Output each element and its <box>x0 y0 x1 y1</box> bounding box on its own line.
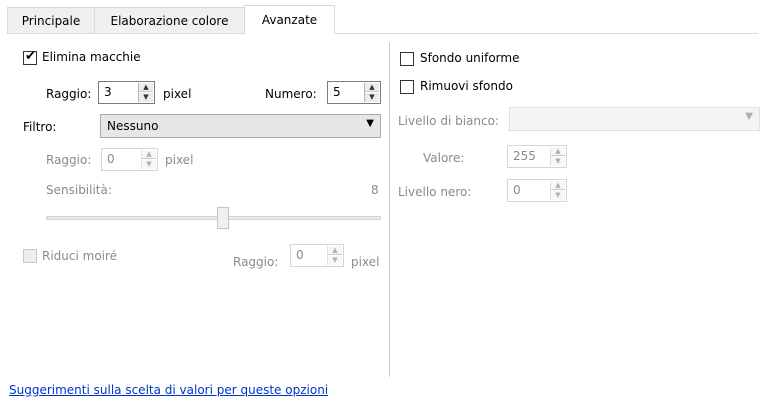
moire-raggio-value: 0 <box>296 248 304 262</box>
help-link[interactable]: Suggerimenti sulla scelta di valori per … <box>9 383 328 397</box>
spin-down-icon[interactable]: ▼ <box>139 93 153 102</box>
moire-raggio-label: Raggio: <box>233 255 279 269</box>
tab-label: Avanzate <box>261 13 318 27</box>
column-divider <box>389 42 390 377</box>
checkmark-icon: ✔ <box>25 49 36 64</box>
spin-up-icon[interactable]: ▲ <box>139 83 153 92</box>
valore-stepper[interactable]: 255 ▲ ▼ <box>507 145 567 168</box>
numero-value: 5 <box>333 85 341 99</box>
tab-elaborazione-colore[interactable]: Elaborazione colore <box>94 7 245 33</box>
tab-label: Principale <box>21 13 81 28</box>
spin-up-icon[interactable]: ▲ <box>365 83 379 92</box>
numero-stepper[interactable]: 5 ▲ ▼ <box>327 81 381 104</box>
riduci-moire-label: Riduci moiré <box>42 249 118 263</box>
sensibilita-value: 8 <box>371 183 379 197</box>
sfondo-uniforme-checkbox[interactable] <box>400 52 414 66</box>
raggio-unit: pixel <box>163 87 192 101</box>
spin-up-icon[interactable]: ▲ <box>551 181 565 190</box>
livello-nero-spin-buttons: ▲ ▼ <box>550 181 565 200</box>
filtro-select[interactable]: Nessuno ▼ <box>100 114 381 138</box>
raggio-spin-buttons: ▲ ▼ <box>138 83 153 102</box>
spin-up-icon[interactable]: ▲ <box>142 150 156 159</box>
filtro-value: Nessuno <box>107 119 159 133</box>
livello-nero-label: Livello nero: <box>398 185 472 199</box>
filtro-raggio-label: Raggio: <box>46 153 92 167</box>
filtro-raggio-unit: pixel <box>165 153 194 167</box>
rimuovi-sfondo-label: Rimuovi sfondo <box>420 79 513 93</box>
dropdown-arrow-icon: ▼ <box>366 118 374 129</box>
spin-down-icon[interactable]: ▼ <box>328 256 342 265</box>
sensibilita-slider-thumb[interactable] <box>217 207 229 229</box>
spin-up-icon[interactable]: ▲ <box>551 147 565 156</box>
raggio-stepper[interactable]: 3 ▲ ▼ <box>98 81 155 104</box>
dropdown-arrow-icon: ▼ <box>745 111 753 122</box>
moire-raggio-unit: pixel <box>351 255 380 269</box>
moire-raggio-stepper[interactable]: 0 ▲ ▼ <box>290 244 344 267</box>
livello-nero-stepper[interactable]: 0 ▲ ▼ <box>507 179 567 202</box>
livello-bianco-select[interactable]: ▼ <box>509 107 760 131</box>
tab-strip-border <box>7 33 758 34</box>
filtro-label: Filtro: <box>23 120 57 134</box>
riduci-moire-checkbox[interactable] <box>23 249 37 263</box>
filtro-raggio-value: 0 <box>107 152 115 166</box>
valore-label: Valore: <box>423 151 465 165</box>
rimuovi-sfondo-checkbox[interactable] <box>400 80 414 94</box>
filtro-raggio-stepper[interactable]: 0 ▲ ▼ <box>101 148 158 171</box>
sensibilita-slider-track[interactable] <box>46 216 381 220</box>
tab-avanzate[interactable]: Avanzate <box>244 5 335 34</box>
sensibilita-label: Sensibilità: <box>46 183 112 197</box>
spin-up-icon[interactable]: ▲ <box>328 246 342 255</box>
spin-down-icon[interactable]: ▼ <box>365 93 379 102</box>
filtro-raggio-spin-buttons: ▲ ▼ <box>141 150 156 169</box>
sfondo-uniforme-label: Sfondo uniforme <box>420 51 520 65</box>
livello-nero-value: 0 <box>513 183 521 197</box>
spin-down-icon[interactable]: ▼ <box>551 157 565 166</box>
spin-down-icon[interactable]: ▼ <box>551 191 565 200</box>
raggio-label: Raggio: <box>46 87 92 101</box>
livello-bianco-label: Livello di bianco: <box>398 114 499 128</box>
elimina-macchie-label: Elimina macchie <box>42 50 141 64</box>
moire-raggio-spin-buttons: ▲ ▼ <box>327 246 342 265</box>
elimina-macchie-checkbox[interactable]: ✔ <box>23 49 37 65</box>
numero-label: Numero: <box>265 87 317 101</box>
spin-down-icon[interactable]: ▼ <box>142 160 156 169</box>
tab-label: Elaborazione colore <box>110 13 229 28</box>
tab-principale[interactable]: Principale <box>7 7 95 33</box>
raggio-value: 3 <box>104 85 112 99</box>
valore-value: 255 <box>513 149 536 163</box>
numero-spin-buttons: ▲ ▼ <box>364 83 379 102</box>
valore-spin-buttons: ▲ ▼ <box>550 147 565 166</box>
